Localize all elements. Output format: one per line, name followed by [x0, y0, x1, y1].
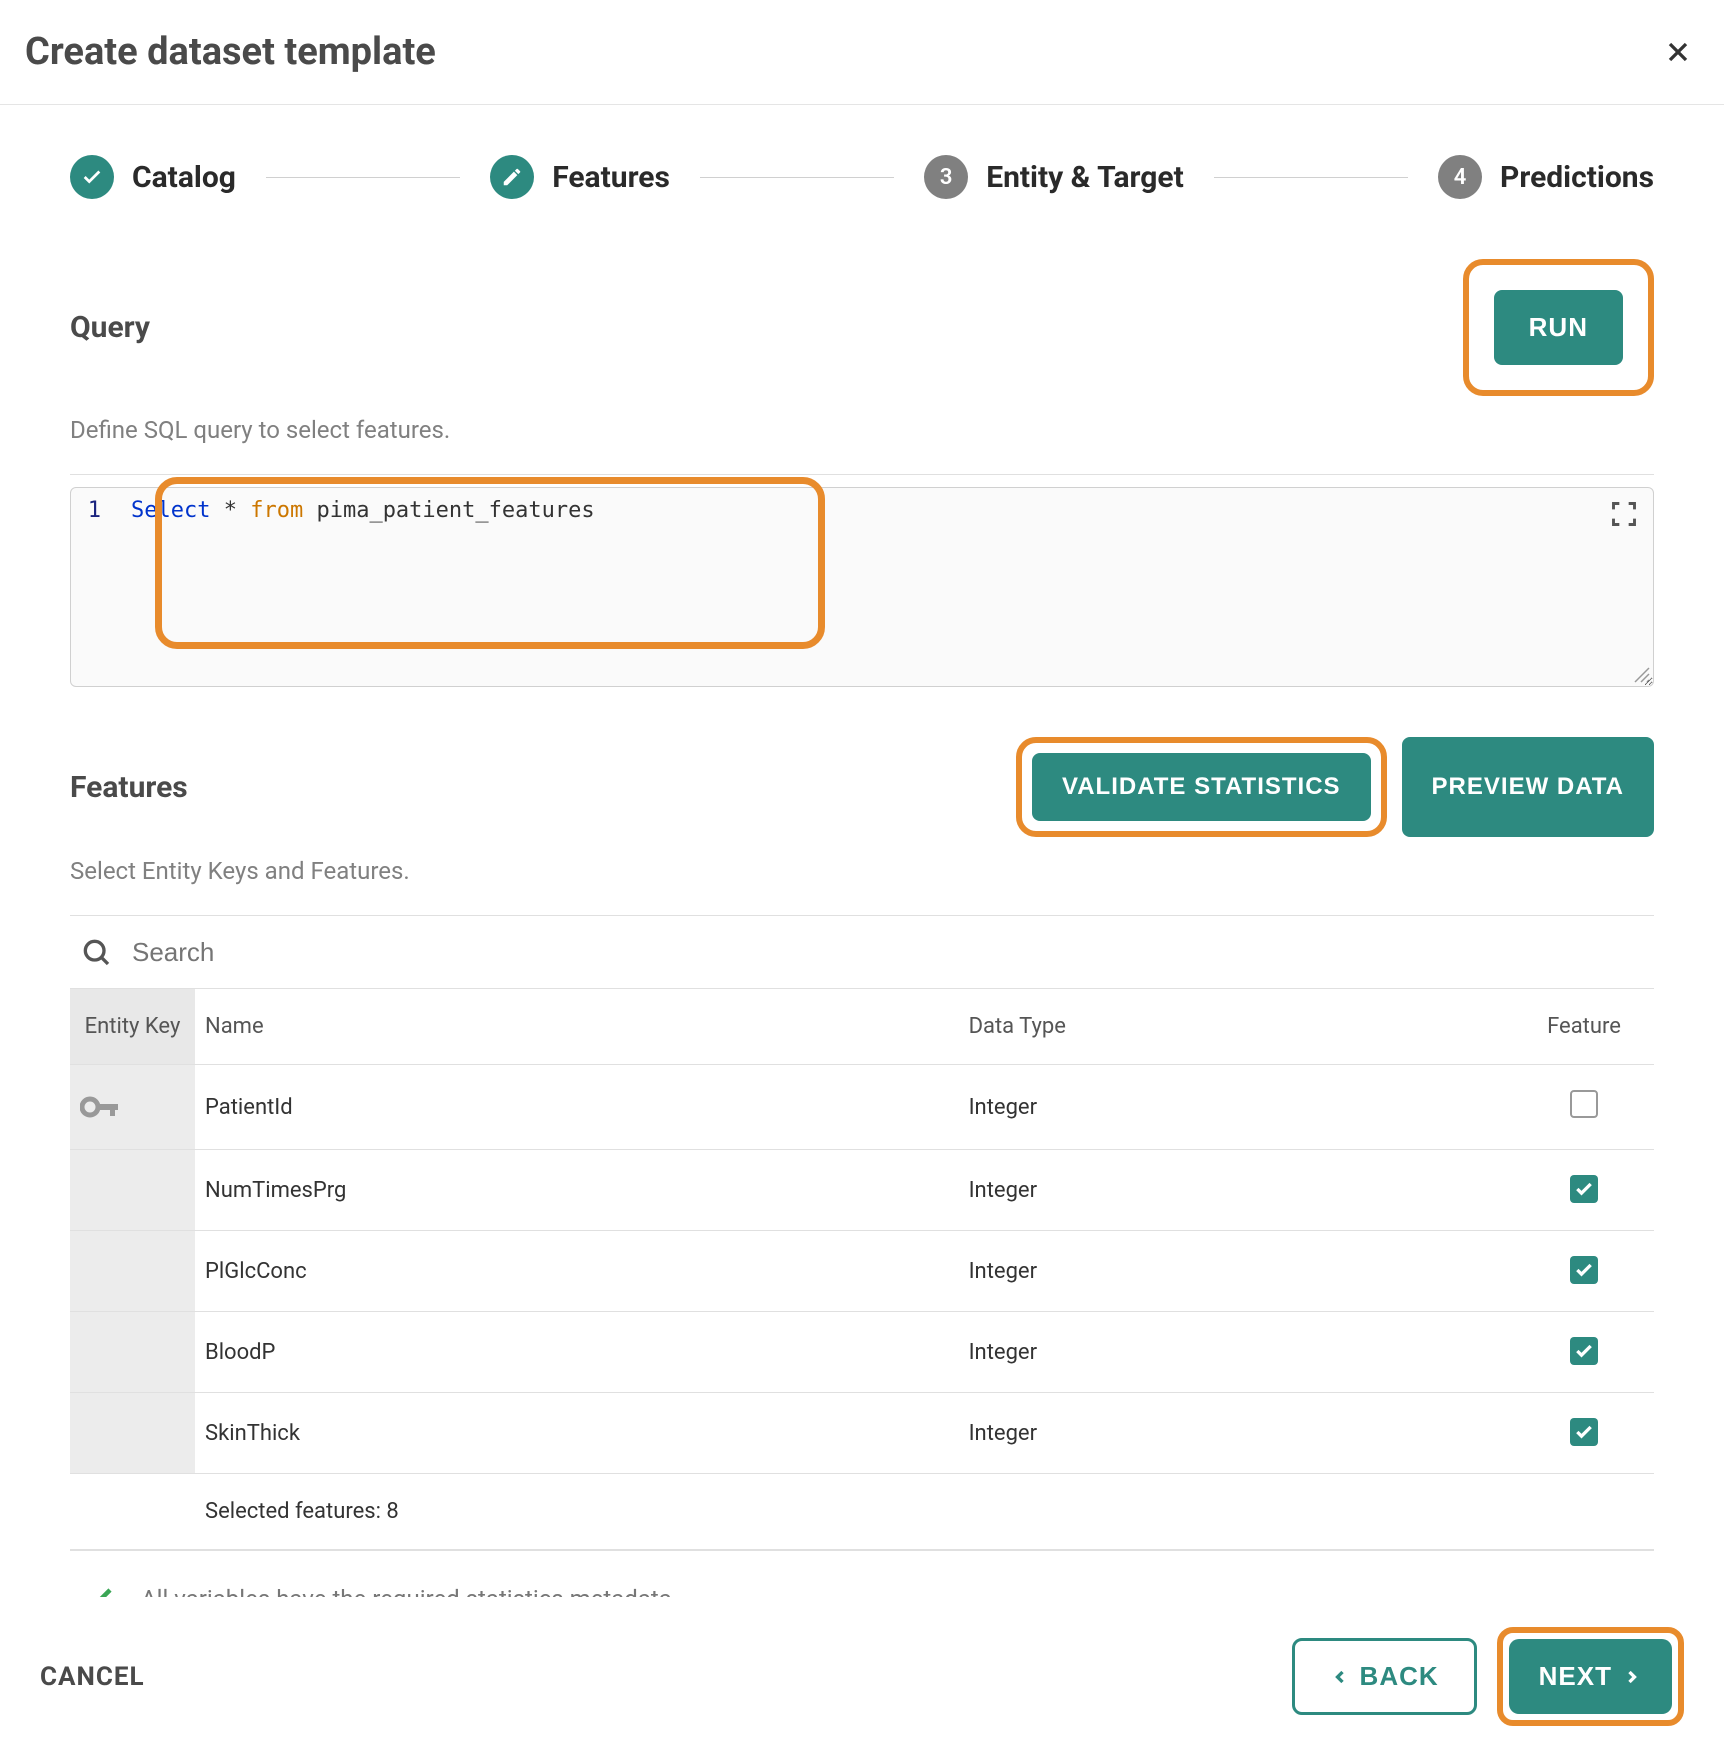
chevron-right-icon: [1622, 1665, 1642, 1689]
validation-message: All variables have the required statisti…: [141, 1585, 678, 1597]
step-connector: [700, 177, 894, 178]
table-row: NumTimesPrgInteger: [70, 1150, 1654, 1231]
table-row: BloodPInteger: [70, 1312, 1654, 1393]
step-predictions[interactable]: 4 Predictions: [1438, 155, 1654, 199]
close-icon: [1662, 36, 1694, 68]
fullscreen-icon[interactable]: [1610, 500, 1638, 528]
table-row: PlGlcConcInteger: [70, 1231, 1654, 1312]
query-heading: Query: [70, 310, 150, 345]
col-feature: Feature: [1514, 989, 1654, 1065]
feature-checkbox[interactable]: [1570, 1175, 1598, 1203]
step-connector: [1214, 177, 1408, 178]
feature-type: Integer: [959, 1312, 1514, 1393]
back-button[interactable]: BACK: [1292, 1638, 1477, 1715]
preview-data-button[interactable]: PREVIEW DATA: [1402, 737, 1654, 837]
check-icon: [81, 166, 103, 188]
check-icon: [80, 1581, 116, 1597]
table-row: PatientIdInteger: [70, 1065, 1654, 1150]
resize-handle[interactable]: [1633, 666, 1651, 684]
sql-editor[interactable]: 1 Select * from pima_patient_features: [70, 487, 1654, 687]
step-entity-target[interactable]: 3 Entity & Target: [924, 155, 1184, 199]
edit-icon: [501, 166, 523, 188]
sql-code: Select * from pima_patient_features: [131, 498, 595, 523]
col-name: Name: [195, 989, 959, 1065]
next-button[interactable]: NEXT: [1509, 1639, 1672, 1714]
run-button[interactable]: RUN: [1494, 290, 1623, 365]
col-entity-key: Entity Key: [70, 989, 195, 1065]
step-features[interactable]: Features: [490, 155, 670, 199]
query-description: Define SQL query to select features.: [70, 416, 1654, 444]
feature-type: Integer: [959, 1393, 1514, 1474]
dialog-title: Create dataset template: [25, 30, 436, 74]
chevron-left-icon: [1330, 1665, 1350, 1689]
wizard-stepper: Catalog Features 3 Entity & Target 4 Pre…: [70, 155, 1654, 199]
features-table: Entity Key Name Data Type Feature Patien…: [70, 988, 1654, 1550]
feature-name: PatientId: [195, 1065, 959, 1150]
feature-checkbox[interactable]: [1570, 1256, 1598, 1284]
feature-checkbox[interactable]: [1570, 1418, 1598, 1446]
key-icon: [80, 1093, 120, 1121]
feature-checkbox[interactable]: [1570, 1090, 1598, 1118]
feature-name: BloodP: [195, 1312, 959, 1393]
close-button[interactable]: [1662, 36, 1694, 68]
features-heading: Features: [70, 770, 188, 805]
feature-name: PlGlcConc: [195, 1231, 959, 1312]
feature-type: Integer: [959, 1150, 1514, 1231]
table-row: SkinThickInteger: [70, 1393, 1654, 1474]
validate-statistics-button[interactable]: VALIDATE STATISTICS: [1032, 753, 1371, 821]
feature-name: SkinThick: [195, 1393, 959, 1474]
feature-type: Integer: [959, 1065, 1514, 1150]
selected-features-count: Selected features: 8: [195, 1474, 1654, 1550]
feature-type: Integer: [959, 1231, 1514, 1312]
feature-checkbox[interactable]: [1570, 1337, 1598, 1365]
step-catalog[interactable]: Catalog: [70, 155, 236, 199]
line-number: 1: [81, 498, 131, 523]
search-input[interactable]: [132, 937, 1644, 968]
search-icon: [80, 936, 112, 968]
col-data-type: Data Type: [959, 989, 1514, 1065]
feature-name: NumTimesPrg: [195, 1150, 959, 1231]
features-description: Select Entity Keys and Features.: [70, 857, 1654, 885]
step-connector: [266, 177, 460, 178]
cancel-button[interactable]: CANCEL: [40, 1662, 145, 1692]
